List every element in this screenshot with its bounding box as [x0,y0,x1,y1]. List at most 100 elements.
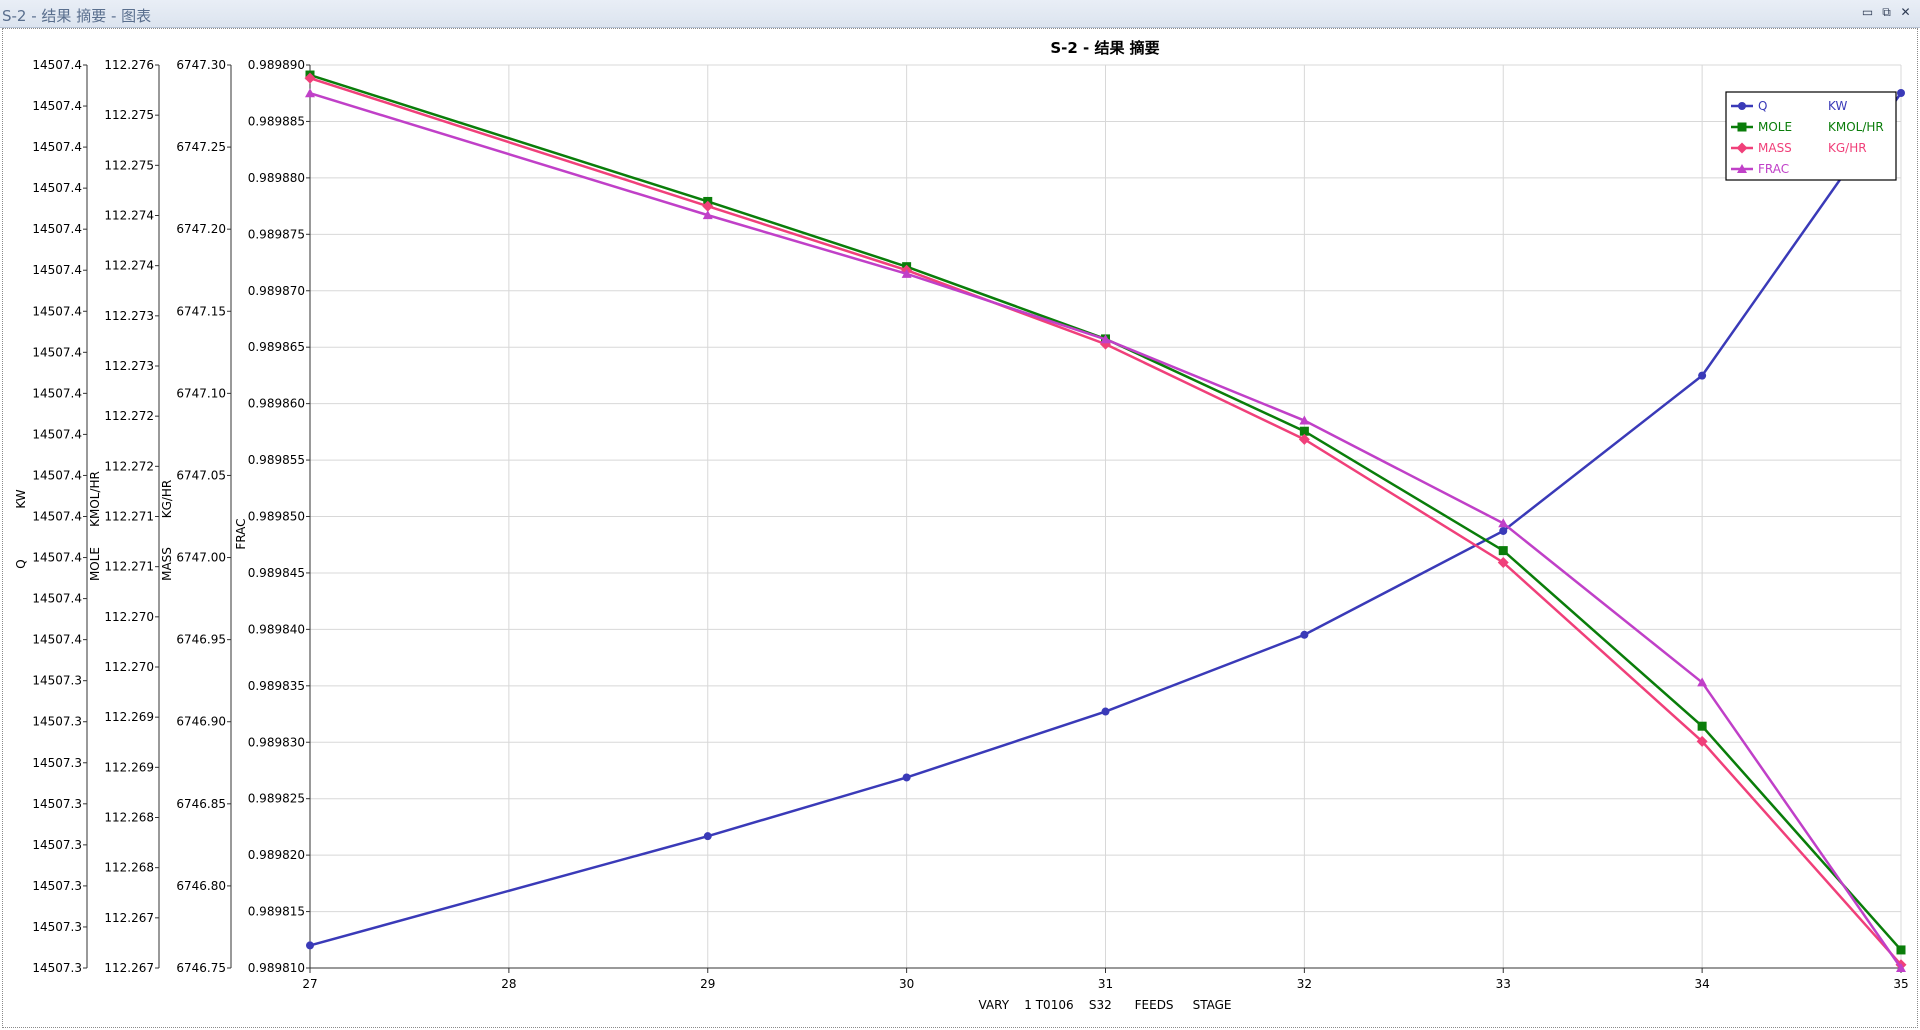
y-tick-label-mass: 6747.20 [176,222,226,236]
y-tick-label-q: 14507.4 [32,181,82,195]
data-point-q [1300,630,1309,639]
x-tick-label: 28 [501,977,516,991]
y-tick-label-mole: 112.271 [104,560,154,574]
data-point-q [703,832,712,841]
y-tick-label-mole: 112.269 [104,710,154,724]
window-controls: ▭ ⧉ ✕ [1859,5,1914,21]
y-tick-label-frac: 0.989820 [248,848,305,862]
data-point-mole [1896,945,1906,955]
y-tick-label-q: 14507.3 [32,920,82,934]
y-tick-label-mole: 112.275 [104,158,154,172]
legend-unit-mole: KMOL/HR [1828,120,1884,134]
data-point-mole [1697,721,1707,731]
y-tick-label-mole: 112.267 [104,911,154,925]
y-tick-label-frac: 0.989830 [248,735,305,749]
y-tick-label-mass: 6746.80 [176,879,226,893]
y-tick-label-mole: 112.273 [104,359,154,373]
y-tick-label-mole: 112.268 [104,861,154,875]
y-tick-label-q: 14507.3 [32,674,82,688]
x-tick-label: 34 [1694,977,1709,991]
y-tick-label-q: 14507.4 [32,263,82,277]
legend-label-frac: FRAC [1758,162,1789,176]
y-tick-label-mole: 112.274 [104,259,154,273]
legend: Q KW MOLE KMOL/HR MASS KG/HR FRAC [1725,91,1897,181]
y-tick-label-q: 14507.4 [32,58,82,72]
y-tick-label-frac: 0.989845 [248,566,305,580]
y-axis-unit-mole: KMOL/HR [88,471,102,527]
y-tick-label-frac: 0.989880 [248,171,305,185]
y-tick-label-mole: 112.272 [104,459,154,473]
y-tick-label-mass: 6747.15 [176,304,226,318]
y-tick-label-mole: 112.276 [104,58,154,72]
y-tick-label-mole: 112.273 [104,309,154,323]
minimize-button[interactable]: ▭ [1859,5,1876,21]
chart-frame: 27 28 29 30 31 32 33 34 35 14507.4 14507.4 14507.4 1… [2,28,1918,1028]
y-axis-label-frac: FRAC [234,518,248,549]
y-tick-label-mole: 112.268 [104,811,154,825]
y-tick-label-mole: 112.272 [104,409,154,423]
x-axis-label: VARY 1 T0106 S32 FEEDS STAGE [978,998,1231,1012]
y-tick-label-mole: 112.275 [104,108,154,122]
y-tick-label-q: 14507.4 [32,222,82,236]
y-tick-label-mass: 6747.10 [176,386,226,400]
restore-button[interactable]: ⧉ [1878,5,1895,21]
close-button[interactable]: ✕ [1897,5,1914,21]
x-tick-label: 31 [1098,977,1113,991]
y-tick-label-q: 14507.4 [32,592,82,606]
y-tick-label-mass: 6747.30 [176,58,226,72]
data-point-q [1698,371,1707,380]
y-tick-label-frac: 0.989860 [248,397,305,411]
y-tick-label-frac: 0.989875 [248,227,305,241]
chart-title: S-2 - 结果 摘要 [1050,39,1159,57]
y-tick-label-mass: 6747.25 [176,140,226,154]
y-tick-label-q: 14507.3 [32,838,82,852]
legend-swatch-marker [1737,122,1747,132]
window-titlebar: S-2 - 结果 摘要 - 图表 ▭ ⧉ ✕ [0,0,1920,28]
y-tick-label-q: 14507.4 [32,304,82,318]
y-tick-label-mole: 112.271 [104,510,154,524]
y-axis-unit-q: KW [14,489,28,508]
y-tick-label-mole: 112.269 [104,760,154,774]
y-tick-label-q: 14507.3 [32,879,82,893]
x-tick-label: 35 [1893,977,1908,991]
y-tick-label-frac: 0.989825 [248,792,305,806]
y-tick-label-q: 14507.4 [32,633,82,647]
y-tick-label-frac: 0.989810 [248,961,305,975]
y-tick-label-q: 14507.4 [32,427,82,441]
y-tick-label-frac: 0.989885 [248,114,305,128]
legend-unit-mass: KG/HR [1828,141,1867,155]
y-tick-label-frac: 0.989815 [248,905,305,919]
y-tick-label-q: 14507.3 [32,715,82,729]
y-tick-label-q: 14507.3 [32,961,82,975]
y-tick-label-q: 14507.4 [32,510,82,524]
chart-svg: 27 28 29 30 31 32 33 34 35 14507.4 14507.4 14507.4 1… [14,39,1909,1012]
data-point-mole [1498,546,1508,556]
y-tick-label-q: 14507.3 [32,797,82,811]
data-point-q [1499,526,1508,535]
y-tick-label-mass: 6746.90 [176,715,226,729]
y-tick-label-frac: 0.989855 [248,453,305,467]
x-tick-label: 32 [1297,977,1312,991]
y-tick-label-q: 14507.4 [32,345,82,359]
grid-layer [309,64,1902,969]
y-axis-label-mole: MOLE [88,547,102,581]
x-tick-label: 29 [700,977,715,991]
x-tick-label: 30 [899,977,914,991]
y-tick-label-q: 14507.4 [32,468,82,482]
legend-unit-q: KW [1828,99,1847,113]
x-tick-label: 33 [1496,977,1511,991]
data-point-q [306,941,314,950]
y-tick-label-q: 14507.4 [32,140,82,154]
data-point-q [902,773,911,782]
y-tick-label-frac: 0.989890 [248,58,305,72]
y-tick-label-q: 14507.4 [32,99,82,113]
y-axis-unit-mass: KG/HR [160,480,174,519]
legend-label-mole: MOLE [1758,120,1792,134]
y-tick-label-frac: 0.989840 [248,622,305,636]
y-tick-label-mole: 112.270 [104,610,154,624]
legend-swatch-marker [1738,102,1746,110]
y-tick-label-mole: 112.267 [104,961,154,975]
legend-label-q: Q [1758,99,1767,113]
legend-label-mass: MASS [1758,141,1792,155]
data-point-q [1897,88,1905,97]
